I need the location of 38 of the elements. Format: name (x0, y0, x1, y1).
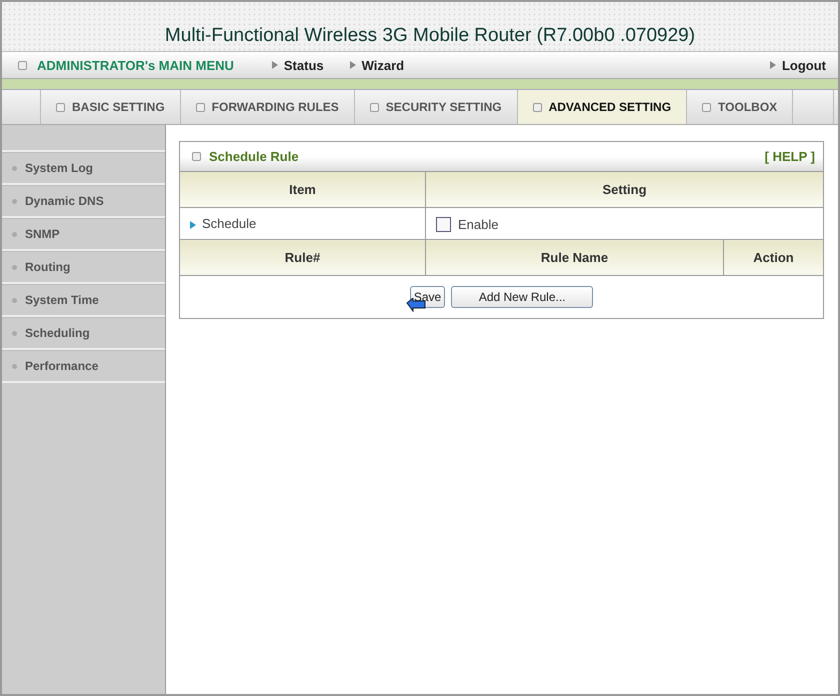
column-header: Action (724, 240, 823, 276)
checkbox[interactable] (436, 216, 451, 232)
menu-link[interactable]: Wizard (362, 58, 404, 72)
column-header: Rule# (180, 240, 426, 276)
tab[interactable]: TOOLBOX (687, 90, 794, 124)
logout-link[interactable]: Logout (782, 58, 826, 72)
main-menu-label: ADMINISTRATOR's MAIN MENU (37, 58, 234, 72)
square-icon (192, 152, 201, 161)
panel-title: Schedule Rule (209, 149, 299, 164)
sidebar-item[interactable]: System Time (2, 284, 165, 317)
square-icon (18, 60, 27, 70)
column-header: Setting (426, 172, 823, 208)
sidebar-item[interactable]: Routing (2, 251, 165, 284)
add-rule-button[interactable]: Add New Rule... (451, 286, 594, 308)
column-header: Rule Name (426, 240, 724, 276)
sidebar-item[interactable]: System Log (2, 152, 165, 185)
tab[interactable]: ADVANCED SETTING (518, 90, 688, 124)
sidebar-item[interactable]: Dynamic DNS (2, 185, 165, 218)
square-icon (532, 102, 542, 112)
sidebar-item[interactable]: SNMP (2, 218, 165, 251)
triangle-icon (190, 220, 196, 229)
tab[interactable]: BASIC SETTING (41, 90, 181, 124)
triangle-icon (770, 61, 776, 69)
item-label: Schedule (202, 216, 256, 231)
checkbox-label: Enable (458, 216, 498, 232)
square-icon (196, 102, 205, 112)
help-link[interactable]: [ HELP ] (764, 149, 815, 164)
menu-link[interactable]: Status (284, 58, 324, 72)
sidebar-item[interactable]: Scheduling (2, 317, 165, 350)
triangle-icon (272, 61, 278, 69)
square-icon (370, 102, 379, 112)
square-icon (56, 102, 65, 112)
sidebar-item[interactable]: Performance (2, 350, 165, 383)
square-icon (702, 102, 712, 112)
page-title: Multi-Functional Wireless 3G Mobile Router (R7.00b0 .070929) (164, 25, 696, 47)
tab[interactable]: FORWARDING RULES (180, 90, 355, 124)
triangle-icon (350, 61, 356, 69)
column-header: Item (180, 172, 426, 208)
